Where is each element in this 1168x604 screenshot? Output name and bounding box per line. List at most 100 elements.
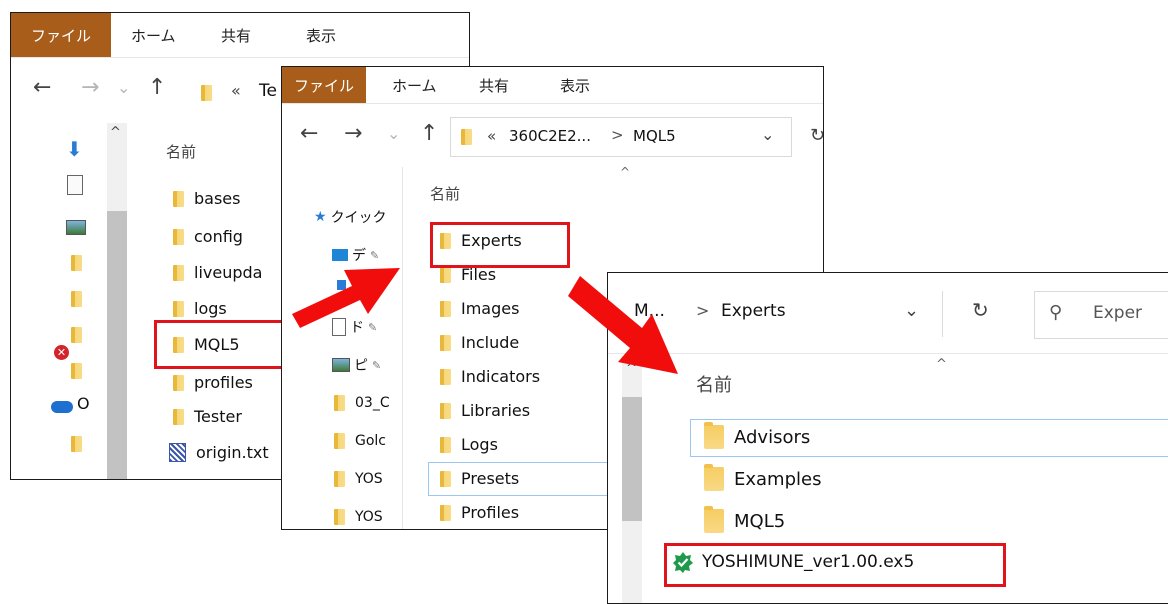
breadcrumb-current[interactable]: MQL5 <box>633 127 676 145</box>
file-name: origin.txt <box>196 443 269 462</box>
list-item[interactable]: Indicators <box>440 367 540 386</box>
tab-file[interactable]: ファイル <box>11 13 111 57</box>
folder-icon <box>461 129 472 145</box>
sidebar-item-folder[interactable]: YOS <box>334 509 383 525</box>
folder-icon <box>704 506 724 533</box>
sidebar-item-folder[interactable]: YOS <box>334 471 383 487</box>
document-icon <box>67 175 83 195</box>
tab-view[interactable]: 表示 <box>306 13 336 57</box>
error-badge-icon: ✕ <box>54 345 69 360</box>
folder-icon <box>71 436 82 452</box>
breadcrumb-separator: > <box>611 126 624 144</box>
onedrive-cloud-icon <box>51 401 73 413</box>
nav-pane: ★ クイック デ ✎ ド ✎ ピ ✎ 03_C Golc YOS YOS <box>282 167 400 527</box>
file-name: Include <box>461 333 520 352</box>
pane-divider[interactable] <box>402 167 403 529</box>
scroll-up-icon[interactable]: ^ <box>110 125 121 140</box>
refresh-icon[interactable]: ↻ <box>972 298 989 322</box>
list-item[interactable]: profiles <box>173 373 253 392</box>
folder-icon <box>173 264 184 281</box>
download-arrow-icon: ⬇ <box>66 137 83 161</box>
folder-icon <box>440 300 451 317</box>
picture-icon <box>66 220 86 235</box>
folder-icon <box>71 291 82 307</box>
folder-icon <box>440 402 451 419</box>
tab-share[interactable]: 共有 <box>221 13 251 57</box>
address-bar[interactable]: « 360C2E2... > MQL5 ⌄ <box>450 117 792 157</box>
file-name: logs <box>194 299 227 318</box>
file-name: Tester <box>194 407 242 426</box>
folder-icon <box>440 470 451 487</box>
folder-icon <box>173 228 184 245</box>
up-arrow-icon[interactable]: ↑ <box>148 75 166 100</box>
search-box[interactable]: ⚲ Exper <box>1034 291 1168 339</box>
sidebar-item-onedrive[interactable]: O <box>77 394 90 413</box>
folder-icon <box>440 334 451 351</box>
list-item[interactable]: logs <box>173 299 227 318</box>
chevron-down-icon[interactable]: ⌄ <box>117 78 130 97</box>
column-header-name[interactable]: 名前 <box>166 141 196 162</box>
tab-view[interactable]: 表示 <box>560 67 590 103</box>
list-item[interactable]: Presets <box>440 469 519 488</box>
nav-pane-scrollbar[interactable]: ^ <box>107 123 127 479</box>
list-item[interactable]: liveupda <box>173 263 262 282</box>
up-arrow-icon[interactable]: ↑ <box>420 121 438 146</box>
search-input[interactable]: Exper <box>1093 303 1142 323</box>
list-item[interactable]: Logs <box>440 435 498 454</box>
list-item[interactable]: Tester <box>173 407 242 426</box>
list-item[interactable]: bases <box>173 189 240 208</box>
highlight-mql5 <box>154 320 290 369</box>
folder-icon <box>71 327 82 343</box>
tab-share[interactable]: 共有 <box>479 67 509 103</box>
chevron-down-icon[interactable]: ⌄ <box>387 124 400 143</box>
file-name: config <box>194 227 243 246</box>
address-dropdown-icon[interactable]: ⌄ <box>904 300 919 321</box>
breadcrumb-folder[interactable]: 360C2E2... <box>509 127 591 145</box>
back-arrow-icon[interactable]: ← <box>33 75 51 100</box>
list-item[interactable]: Libraries <box>440 401 530 420</box>
folder-icon <box>334 395 345 411</box>
breadcrumb-partial[interactable]: Te <box>259 81 277 101</box>
file-name: bases <box>194 189 241 208</box>
folder-icon <box>440 368 451 385</box>
file-name: MQL5 <box>734 510 786 532</box>
nav-bar: ← → ⌄ ↑ « 360C2E2... > MQL5 ⌄ ↻ <box>282 117 823 157</box>
sidebar-item-folder[interactable]: Golc <box>334 433 386 449</box>
nav-pane-scrollbar[interactable]: ^ <box>622 357 642 603</box>
folder-icon <box>334 509 345 525</box>
scrollbar-thumb[interactable] <box>107 211 127 479</box>
text-file-icon <box>169 443 186 462</box>
list-item[interactable]: Profiles <box>440 503 519 522</box>
column-header-name[interactable]: 名前 <box>430 183 460 204</box>
sidebar-item-quick[interactable]: ★ クイック <box>314 207 387 227</box>
tab-home[interactable]: ホーム <box>131 13 176 57</box>
list-item[interactable]: config <box>173 227 243 246</box>
file-name: Indicators <box>461 367 541 386</box>
folder-icon <box>440 504 451 521</box>
forward-arrow-icon[interactable]: → <box>81 75 99 100</box>
folder-icon <box>173 408 184 425</box>
folder-icon <box>173 190 184 207</box>
list-item[interactable]: Images <box>440 299 519 318</box>
list-item-advisors[interactable]: Advisors <box>704 422 810 449</box>
tab-home[interactable]: ホーム <box>392 67 437 103</box>
list-item[interactable]: origin.txt <box>169 443 269 462</box>
folder-icon <box>201 85 212 101</box>
sidebar-item-pictures[interactable]: ピ ✎ <box>332 355 381 375</box>
sidebar-label: YOS <box>355 509 383 525</box>
search-icon: ⚲ <box>1049 302 1063 323</box>
address-dropdown-icon[interactable]: ⌄ <box>761 125 774 144</box>
tab-file[interactable]: ファイル <box>282 67 366 103</box>
star-icon: ★ <box>314 209 327 225</box>
scrollbar-thumb[interactable] <box>622 397 642 521</box>
list-item-examples[interactable]: Examples <box>704 464 822 491</box>
refresh-icon[interactable]: ↻ <box>810 125 823 146</box>
list-item[interactable]: Include <box>440 333 519 352</box>
back-arrow-icon[interactable]: ← <box>300 121 318 146</box>
list-item-mql5[interactable]: MQL5 <box>704 506 786 533</box>
forward-arrow-icon[interactable]: → <box>344 121 362 146</box>
file-name: Examples <box>734 468 822 490</box>
column-header-name[interactable]: 名前 <box>696 371 732 397</box>
breadcrumb-current[interactable]: Experts <box>721 301 786 321</box>
sidebar-item-folder[interactable]: 03_C <box>334 395 390 411</box>
